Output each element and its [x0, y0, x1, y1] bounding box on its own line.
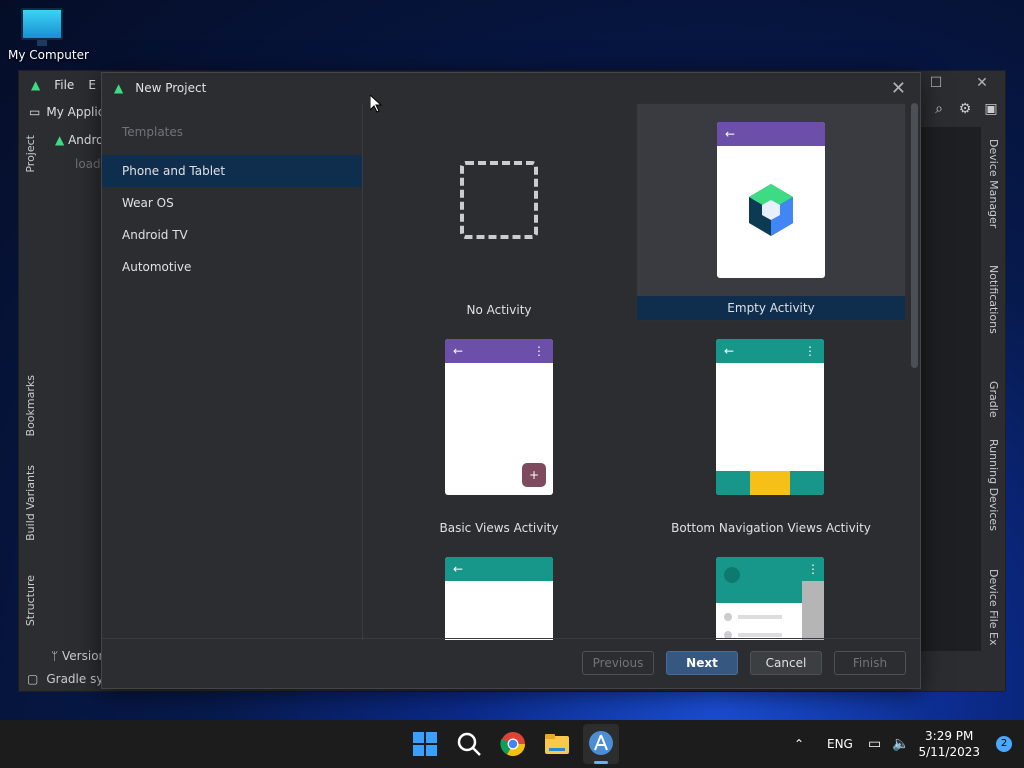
back-arrow-icon: ← — [717, 122, 825, 146]
volume-icon[interactable]: 🔈 — [892, 720, 909, 768]
finish-button[interactable]: Finish — [834, 651, 906, 675]
tab-device-manager[interactable]: Device Manager — [987, 139, 1000, 228]
back-arrow-icon: ← ⋮ — [445, 339, 553, 363]
empty-template-icon — [460, 161, 538, 239]
overflow-menu-icon: ⋮ — [804, 344, 816, 358]
dialog-footer: Previous Next Cancel Finish — [102, 638, 920, 688]
windows-start-icon[interactable] — [411, 730, 439, 758]
search-icon[interactable] — [455, 730, 483, 758]
android-studio-taskbar-item[interactable] — [583, 724, 619, 764]
dialog-title: New Project — [135, 81, 207, 95]
ide-window-controls: ☐ ✕ — [913, 71, 1005, 97]
version-label: Version — [62, 649, 107, 663]
compose-logo-icon — [749, 184, 793, 236]
active-indicator — [594, 761, 608, 764]
taskbar-clock[interactable]: 3:29 PM 5/11/2023 — [918, 728, 980, 760]
android-studio-icon — [589, 731, 613, 755]
gear-icon[interactable]: ⚙ — [957, 101, 973, 117]
template-category-sidebar: Templates Phone and Tablet Wear OS Andro… — [102, 103, 363, 640]
template-partial-navigation-drawer[interactable]: ⋮ — [636, 557, 906, 640]
back-arrow-icon: ← ⋮ — [716, 339, 824, 363]
gallery-scrollbar[interactable] — [911, 103, 918, 368]
template-basic-views-activity[interactable]: ← ⋮ + Basic Views Activity — [364, 339, 634, 557]
category-phone-and-tablet[interactable]: Phone and Tablet — [102, 155, 362, 187]
menu-edit[interactable]: E — [88, 78, 96, 92]
close-window-button[interactable]: ✕ — [959, 71, 1005, 97]
overflow-menu-icon: ⋮ — [533, 344, 545, 358]
template-no-activity[interactable]: No Activity — [364, 103, 634, 321]
tab-notifications[interactable]: Notifications — [987, 265, 1000, 334]
tree-item-label: Andro — [68, 133, 104, 147]
editor-area — [921, 127, 983, 651]
tray-chevron-up-icon[interactable]: ⌃ — [794, 720, 804, 768]
ide-right-tools: ⌕ ⚙ ▣ — [931, 101, 999, 117]
version-control-tab[interactable]: ᛘ Version — [51, 649, 106, 663]
tab-build-variants[interactable]: Build Variants — [24, 465, 37, 541]
template-gallery: No Activity ← Empty Activity ← ⋮ + Basic … — [364, 103, 910, 640]
drawer-item-line — [738, 633, 782, 637]
drawer-scrim — [802, 581, 824, 640]
branch-icon: ᛘ — [51, 649, 63, 663]
template-partial-tabbed[interactable]: ← — [364, 557, 634, 640]
avatar[interactable]: ▣ — [983, 101, 999, 117]
next-button[interactable]: Next — [666, 651, 738, 675]
left-tool-strip: Project Bookmarks Build Variants Structu… — [19, 125, 43, 655]
template-label: Basic Views Activity — [439, 521, 559, 535]
clock-date: 5/11/2023 — [918, 745, 980, 759]
category-automotive[interactable]: Automotive — [102, 251, 362, 283]
notification-badge[interactable]: 2 — [996, 736, 1012, 752]
template-label: No Activity — [466, 303, 532, 317]
tab-structure[interactable]: Structure — [24, 575, 37, 626]
desktop-icon-label: My Computer — [8, 48, 89, 62]
close-icon[interactable]: ✕ — [891, 78, 906, 99]
phone-preview: ← — [445, 557, 553, 640]
tree-item[interactable]: ▲ Andro — [55, 133, 104, 147]
back-arrow-icon: ← — [445, 557, 553, 581]
mouse-cursor-icon — [370, 95, 382, 113]
network-icon[interactable]: ▭ — [868, 720, 881, 768]
previous-button[interactable]: Previous — [582, 651, 654, 675]
android-icon: ▲ — [55, 133, 65, 147]
cancel-button[interactable]: Cancel — [750, 651, 822, 675]
bottom-nav-selected-item — [750, 471, 790, 495]
template-label: Empty Activity — [637, 296, 905, 320]
tab-gradle[interactable]: Gradle — [987, 381, 1000, 418]
sidebar-header: Templates — [122, 125, 184, 139]
drawer-item-line — [738, 615, 782, 619]
android-logo-icon: ▲ — [31, 78, 41, 92]
chrome-icon[interactable] — [499, 730, 527, 758]
template-empty-activity[interactable]: ← Empty Activity — [636, 103, 906, 321]
template-bottom-navigation-activity[interactable]: ← ⋮ Bottom Navigation Views Activity — [636, 339, 906, 557]
phone-preview: ← ⋮ + — [445, 339, 553, 495]
category-android-tv[interactable]: Android TV — [102, 219, 362, 251]
desktop-icon-my-computer[interactable]: My Computer — [8, 8, 89, 62]
file-explorer-icon[interactable] — [543, 730, 571, 758]
tab-running-devices[interactable]: Running Devices — [987, 439, 1000, 531]
category-wear-os[interactable]: Wear OS — [102, 187, 362, 219]
tree-sub-item: load — [75, 157, 101, 171]
taskbar: ⌃ ENG ▭ 🔈 3:29 PM 5/11/2023 2 — [0, 720, 1024, 768]
tab-device-file-explorer[interactable]: Device File Ex — [987, 569, 1000, 645]
right-tool-strip: Device Manager Notifications Gradle Runn… — [981, 125, 1005, 655]
overflow-menu-icon: ⋮ — [802, 557, 824, 581]
drawer-item-icon — [724, 613, 732, 621]
dialog-title-bar: ▲ New Project — [102, 73, 920, 103]
template-label: Bottom Navigation Views Activity — [671, 521, 871, 535]
project-icon: ▭ — [29, 105, 41, 119]
computer-icon — [21, 8, 63, 46]
phone-preview: ⋮ — [716, 557, 824, 640]
tab-bookmarks[interactable]: Bookmarks — [24, 375, 37, 436]
phone-preview: ← ⋮ — [716, 339, 824, 495]
clock-time: 3:29 PM — [925, 729, 974, 743]
phone-preview: ← — [717, 122, 825, 278]
new-project-dialog: ▲ New Project ✕ Templates Phone and Tabl… — [101, 72, 921, 689]
language-indicator[interactable]: ENG — [827, 720, 853, 768]
android-logo-icon: ▲ — [114, 81, 124, 95]
tab-project[interactable]: Project — [24, 135, 37, 173]
status-icon: ▢ — [27, 672, 39, 686]
menu-file[interactable]: File — [54, 78, 74, 92]
fab-plus-icon: + — [522, 463, 546, 487]
drawer-avatar — [724, 567, 740, 583]
search-icon[interactable]: ⌕ — [931, 101, 947, 117]
